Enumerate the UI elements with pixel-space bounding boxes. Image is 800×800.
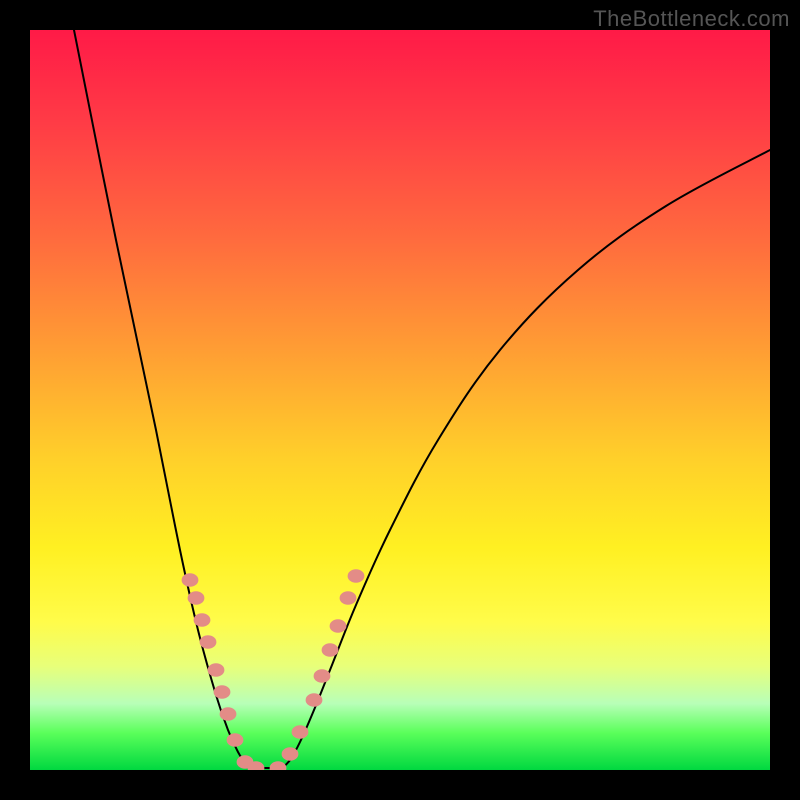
- data-dot: [282, 747, 299, 761]
- data-dot: [182, 573, 199, 587]
- data-dot: [340, 591, 357, 605]
- data-dot: [248, 761, 265, 770]
- watermark-text: TheBottleneck.com: [593, 6, 790, 32]
- data-dot: [220, 707, 237, 721]
- data-dot: [330, 619, 347, 633]
- data-dot: [348, 569, 365, 583]
- data-dot: [306, 693, 323, 707]
- dots-group: [182, 569, 365, 770]
- chart-frame: TheBottleneck.com: [0, 0, 800, 800]
- data-dot: [292, 725, 309, 739]
- data-dot: [314, 669, 331, 683]
- chart-svg: [30, 30, 770, 770]
- curve-left-arm: [74, 30, 252, 768]
- curve-group: [74, 30, 770, 768]
- data-dot: [188, 591, 205, 605]
- data-dot: [194, 613, 211, 627]
- data-dot: [200, 635, 217, 649]
- data-dot: [208, 663, 225, 677]
- data-dot: [214, 685, 231, 699]
- data-dot: [322, 643, 339, 657]
- data-dot: [270, 761, 287, 770]
- data-dot: [227, 733, 244, 747]
- data-dot: [237, 755, 254, 769]
- curve-right-arm: [282, 150, 770, 768]
- chart-plot-area: [30, 30, 770, 770]
